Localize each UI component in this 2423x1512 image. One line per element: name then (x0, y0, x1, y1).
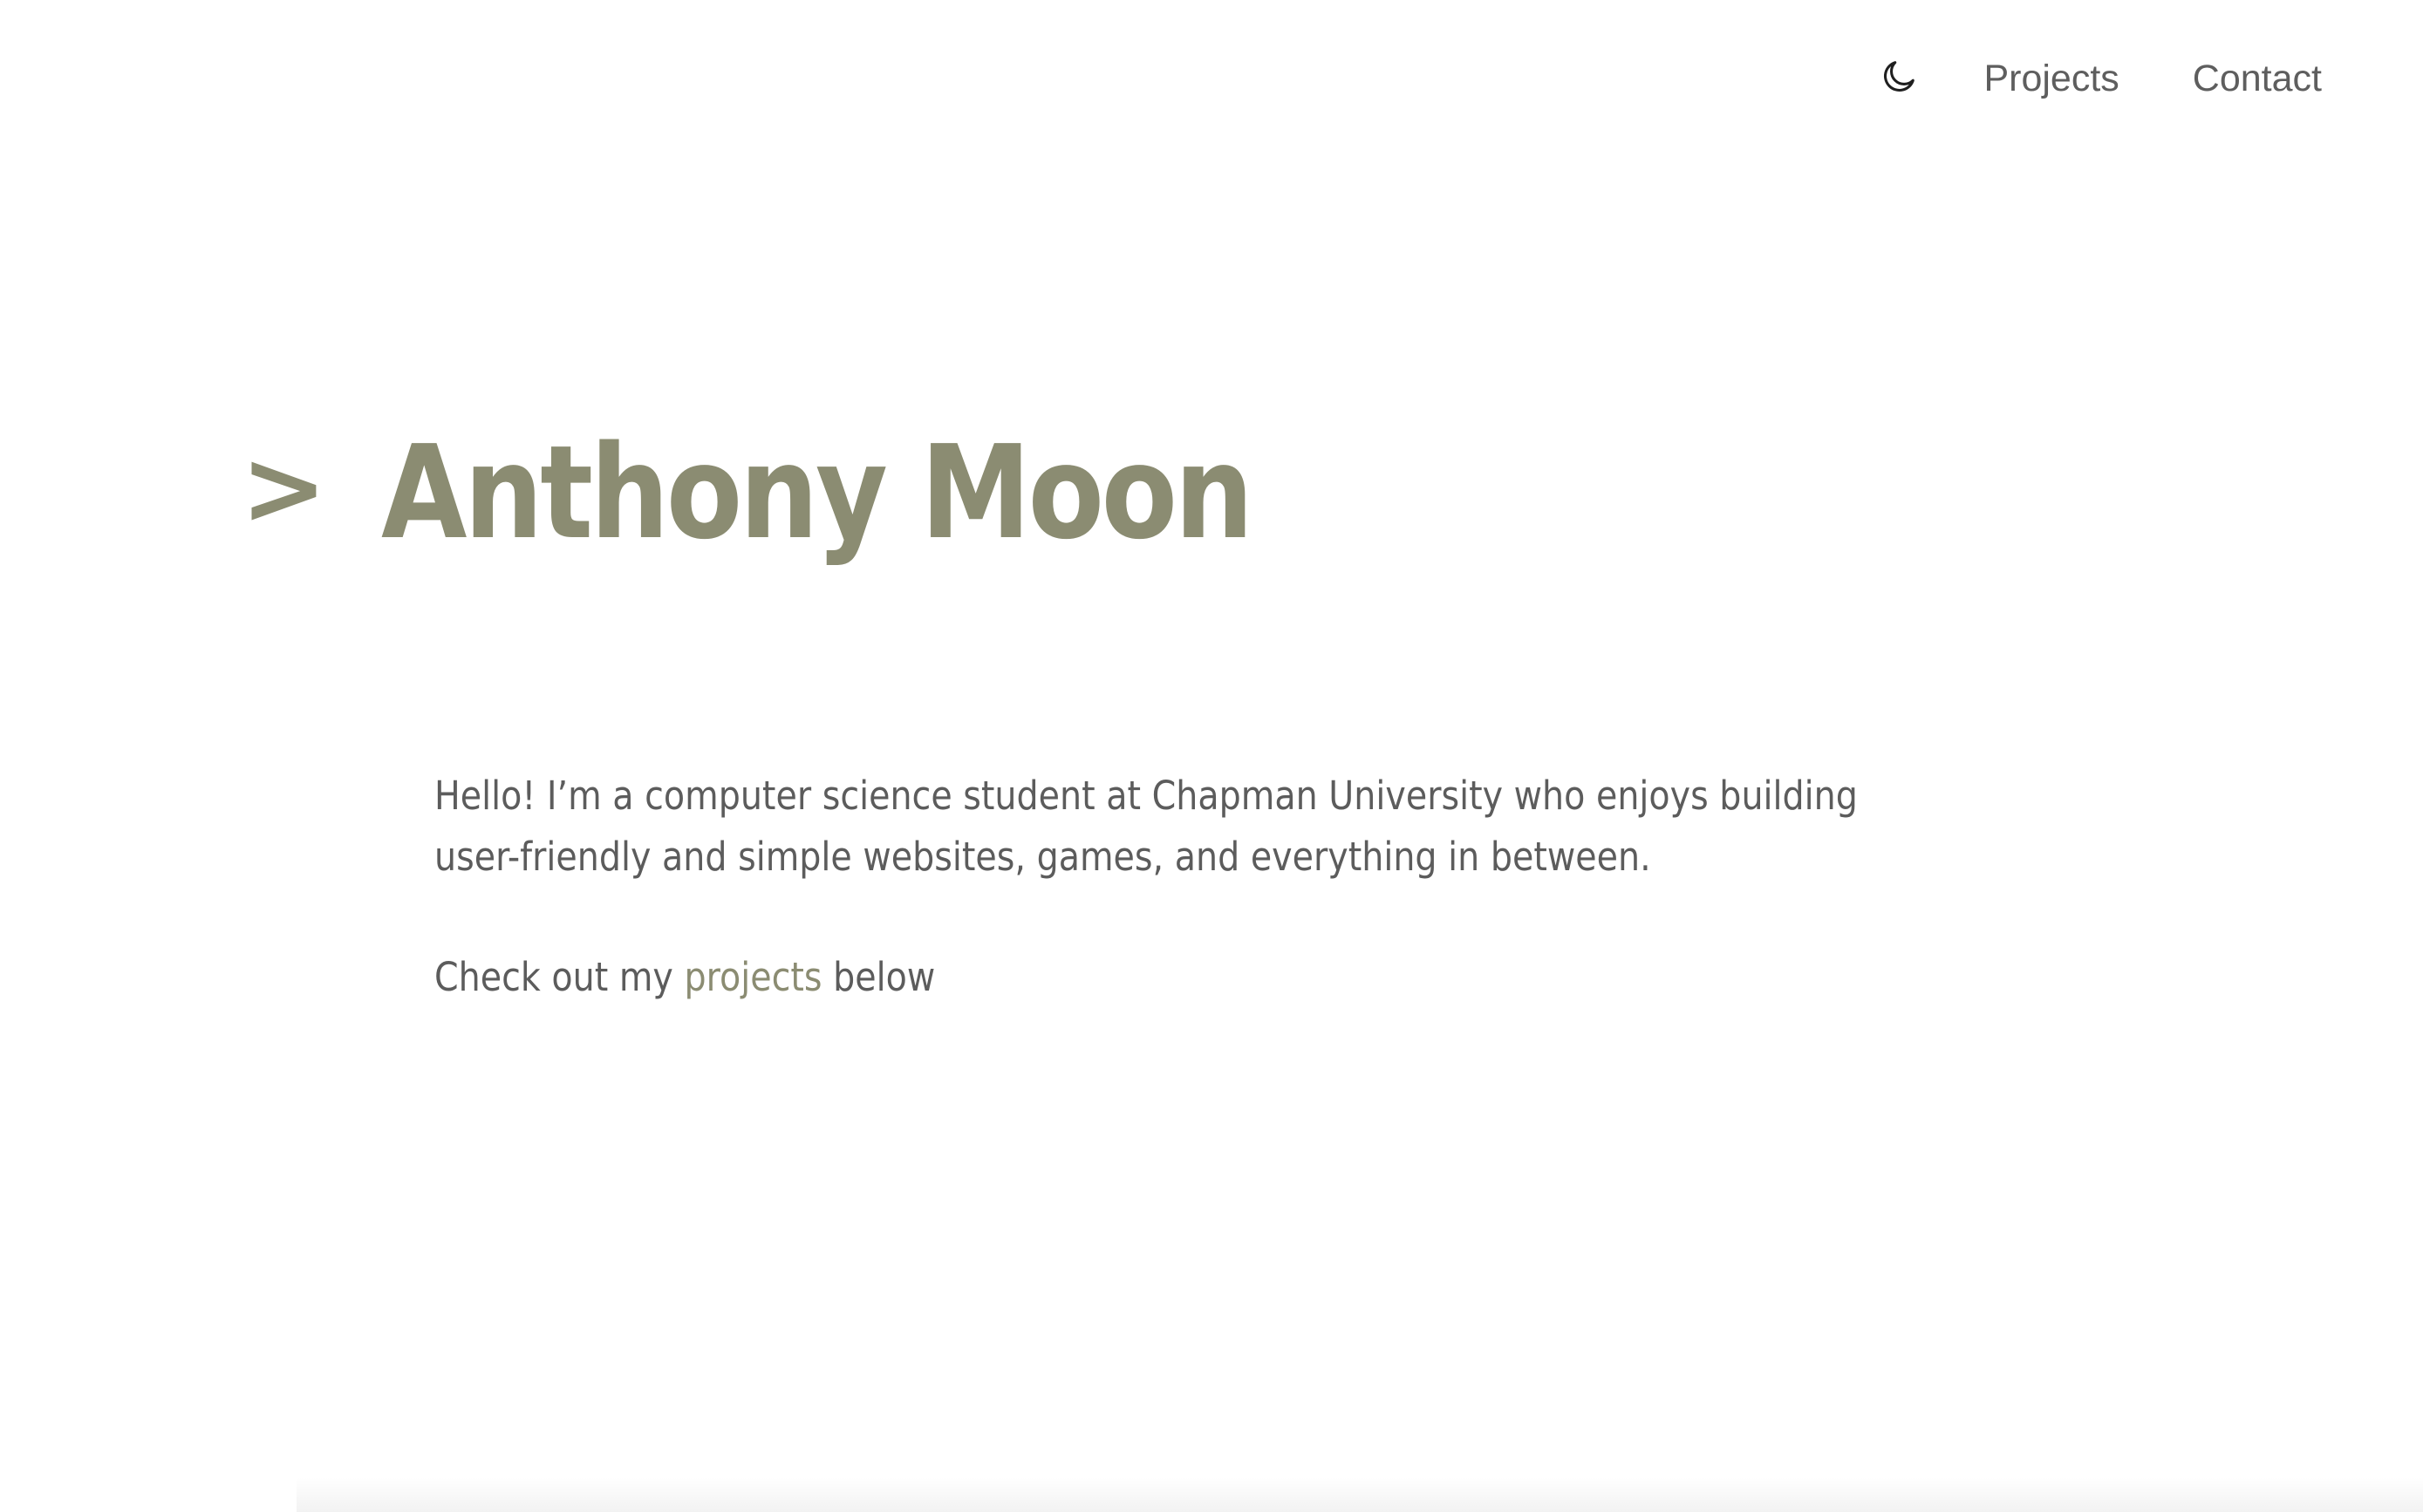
projects-callout: Check out my projects below (434, 947, 1755, 1008)
moon-icon (1879, 57, 1919, 101)
callout-text-after: below (822, 954, 936, 1000)
top-navigation: Projects Contact (1874, 44, 2322, 113)
bottom-edge-shadow (297, 1477, 2423, 1512)
prompt-glyph: > (241, 427, 327, 548)
intro-section: Hello! I’m a computer science student at… (434, 766, 1935, 1008)
nav-link-contact[interactable]: Contact (2193, 58, 2322, 100)
theme-toggle-button[interactable] (1874, 53, 1924, 104)
projects-link[interactable]: projects (684, 954, 822, 1000)
intro-paragraph: Hello! I’m a computer science student at… (434, 773, 1858, 880)
nav-link-projects[interactable]: Projects (1983, 58, 2119, 100)
page-title: Anthony Moon (380, 418, 1253, 568)
hero-section: > Anthony Moon (241, 410, 1392, 576)
callout-text-before: Check out my (434, 954, 685, 1000)
